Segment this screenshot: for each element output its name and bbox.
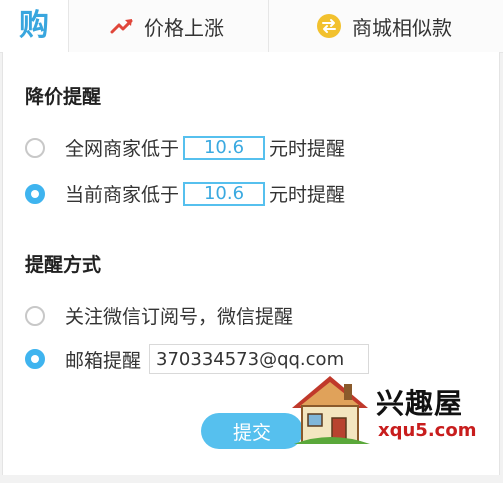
watermark-brand: 兴趣屋 [376,387,464,420]
price-input-current-merchant[interactable] [183,181,266,206]
radio-wechat[interactable] [25,305,45,326]
price-alert-title: 降价提醒 [25,86,102,108]
alert-option-all-merchants: 全网商家低于 元时提醒 [25,134,345,161]
tab-divider [268,0,269,52]
option-prefix: 当前商家低于 [65,184,180,206]
radio-email[interactable] [25,349,45,369]
alert-option-current-merchant: 当前商家低于 元时提醒 [25,180,345,207]
watermark-url: xqu5.com [378,420,477,441]
tab-similar-items[interactable]: 商城相似款 [316,0,452,52]
tab-bar: 购 价格上涨 商城相似款 [0,0,503,53]
option-prefix: 全网商家低于 [65,138,180,160]
tab-price-rise-label: 价格上涨 [144,15,224,40]
watermark: 兴趣屋 xqu5.com [286,370,486,448]
option-suffix: 元时提醒 [269,184,346,206]
option-suffix: 元时提醒 [269,138,346,160]
swap-icon [317,14,341,38]
shopping-logo-icon: 购 [19,8,49,43]
house-logo-icon [292,376,370,444]
price-input-all-merchants[interactable] [183,135,266,160]
tab-similar-items-label: 商城相似款 [352,15,452,40]
tab-price-rise[interactable]: 价格上涨 [110,0,224,52]
radio-all-merchants[interactable] [25,137,45,158]
email-label: 邮箱提醒 [65,349,142,372]
wechat-label: 关注微信订阅号，微信提醒 [65,306,294,328]
radio-current-merchant[interactable] [25,183,45,204]
method-option-wechat: 关注微信订阅号，微信提醒 [25,302,293,329]
trend-up-icon [110,19,133,34]
tab-logo[interactable]: 购 [0,0,69,52]
method-title: 提醒方式 [25,254,102,276]
